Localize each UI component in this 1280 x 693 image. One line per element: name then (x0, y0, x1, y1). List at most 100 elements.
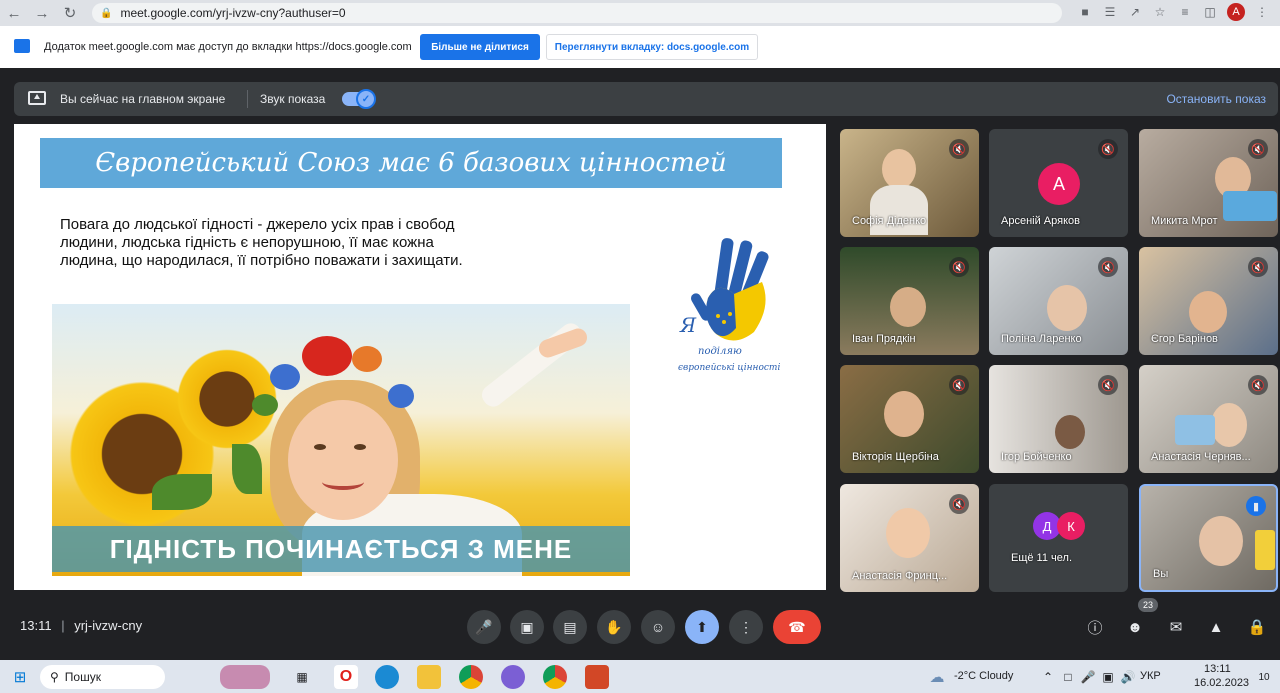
search-label: Пошук (64, 670, 101, 684)
menu-icon[interactable]: ⋮ (1254, 4, 1270, 20)
activities-icon[interactable]: ▲ (1205, 616, 1227, 638)
wreath-flower (302, 336, 352, 376)
mic-button[interactable]: 🎤 (467, 610, 501, 644)
windows-start-icon[interactable]: ⊞ (10, 665, 30, 689)
volume-icon[interactable]: 🔊 (1120, 665, 1136, 689)
participant-tile[interactable]: 🔇 Вікторія Щербіна (840, 365, 979, 473)
participant-name: Поліна Ларенко (1001, 333, 1082, 345)
viber-icon[interactable] (501, 665, 525, 689)
participant-name: Арсеній Аряков (1001, 215, 1080, 227)
slide-title: Європейський Союз має 6 базових цінносте… (40, 138, 782, 188)
participant-name: Іван Прядкін (852, 333, 916, 345)
camera-icon[interactable]: ■ (1077, 4, 1093, 20)
forward-icon[interactable]: → (28, 0, 56, 26)
participant-tile[interactable]: 🔇 Анастасія Фринц... (840, 484, 979, 592)
mic-off-icon: 🔇 (1098, 257, 1118, 277)
notifications-badge[interactable]: 10 (1254, 665, 1274, 689)
mic-off-icon: 🔇 (949, 139, 969, 159)
opera-icon[interactable]: O (334, 665, 358, 689)
participant-tile[interactable]: А 🔇 Арсеній Аряков (989, 129, 1128, 237)
taskbar-time[interactable]: 13:11 (1204, 663, 1231, 675)
mic-off-icon: 🔇 (1098, 375, 1118, 395)
people-icon[interactable]: ☻ (1124, 616, 1146, 638)
participant-tile[interactable]: 🔇 Поліна Ларенко (989, 247, 1128, 355)
translate-icon[interactable]: ☰ (1102, 4, 1118, 20)
participant-tile[interactable]: 🔇 Єгор Барінов (1139, 247, 1278, 355)
widget-hippo-icon[interactable] (220, 665, 270, 689)
participant-name: Вікторія Щербіна (852, 451, 939, 463)
participant-tile[interactable]: Д К Ещё 11 чел. (989, 484, 1128, 592)
cloud-weather-icon[interactable]: ☁ (926, 665, 948, 689)
wreath-flower (388, 384, 414, 408)
logo-text: європейські цінності (678, 363, 780, 373)
video-face (1199, 516, 1243, 566)
device-icon[interactable]: □ (1060, 665, 1076, 689)
host-controls-icon[interactable]: 🔒 (1246, 616, 1268, 638)
network-icon[interactable]: ▣ (1100, 665, 1116, 689)
leave-call-button[interactable]: ☎ (773, 610, 821, 644)
bookmark-star-icon[interactable]: ☆ (1152, 4, 1168, 20)
present-screen-icon: ⬆ (696, 618, 708, 635)
share-icon[interactable]: ↗ (1127, 4, 1143, 20)
participant-tile[interactable]: 🔇 Ігор Бойченко (989, 365, 1128, 473)
more-participants-label: Ещё 11 чел. (1011, 552, 1072, 564)
avatar: К (1057, 512, 1085, 540)
mic-off-icon: 🔇 (949, 494, 969, 514)
self-view-tile[interactable]: ▮ Вы (1139, 484, 1278, 592)
video-face (886, 508, 930, 558)
participant-name: Софія Діденко (852, 215, 927, 227)
tab-search-icon[interactable]: ≡ (1177, 4, 1193, 20)
back-icon[interactable]: ← (0, 0, 28, 26)
camera-button[interactable]: ▣ (510, 610, 544, 644)
check-icon: ✓ (356, 89, 376, 109)
microphone-tray-icon[interactable]: 🎤 (1080, 665, 1096, 689)
powerpoint-icon[interactable] (585, 665, 609, 689)
participant-name: Вы (1153, 568, 1169, 580)
participant-name: Микита Мрот (1151, 215, 1218, 227)
reload-icon[interactable]: ↻ (56, 0, 84, 26)
video-face (882, 149, 916, 189)
chevron-up-icon[interactable]: ⌃ (1040, 665, 1056, 689)
participant-name: Анастасія Фринц... (852, 570, 948, 582)
reactions-button[interactable]: ☺ (641, 610, 675, 644)
leaf-shape (152, 474, 212, 510)
side-panel-icon[interactable]: ◫ (1202, 4, 1218, 20)
logo-text: поділяю (698, 346, 742, 357)
chrome-icon[interactable] (459, 665, 483, 689)
smile (322, 474, 364, 490)
profile-avatar[interactable]: A (1227, 3, 1245, 21)
participant-tile[interactable]: 🔇 Микита Мрот (1139, 129, 1278, 237)
presentation-status: Вы сейчас на главном экране (60, 92, 226, 106)
taskbar-search-box[interactable]: ⚲ Пошук (40, 665, 165, 689)
search-icon: ⚲ (50, 670, 59, 684)
more-options-button[interactable]: ⋮ (729, 610, 763, 644)
mic-off-icon: 🔇 (1248, 139, 1268, 159)
sound-toggle[interactable]: ✓ (342, 89, 376, 109)
video-poster (1255, 530, 1275, 570)
meet-window: Вы сейчас на главном экране Звук показа … (0, 68, 1280, 660)
chat-icon[interactable]: ✉ (1165, 616, 1187, 638)
taskbar-date[interactable]: 16.02.2023 (1194, 677, 1249, 689)
view-tab-button[interactable]: Переглянути вкладку: docs.google.com (546, 34, 758, 60)
raise-hand-button[interactable]: ✋ (597, 610, 631, 644)
task-view-icon[interactable]: ▦ (292, 665, 312, 689)
divider (247, 90, 248, 108)
file-explorer-icon[interactable] (417, 665, 441, 689)
wreath-leaf (252, 394, 278, 416)
present-button[interactable]: ⬆ (685, 610, 719, 644)
edge-icon[interactable] (375, 665, 399, 689)
chrome-icon[interactable] (543, 665, 567, 689)
wreath-flower (270, 364, 300, 390)
stop-sharing-button[interactable]: Більше не ділитися (420, 34, 540, 60)
participant-tile[interactable]: 🔇 Анастасія Черняв... (1139, 365, 1278, 473)
participant-tile[interactable]: 🔇 Іван Прядкін (840, 247, 979, 355)
stop-presenting-button[interactable]: Остановить показ (1166, 92, 1266, 106)
participant-tile[interactable]: 🔇 Софія Діденко (840, 129, 979, 237)
lock-icon: 🔒 (100, 7, 113, 19)
info-icon[interactable]: ⓘ (1084, 616, 1106, 638)
captions-button[interactable]: ▤ (553, 610, 587, 644)
address-bar[interactable]: 🔒 meet.google.com/yrj-ivzw-cny?authuser=… (92, 3, 1062, 23)
language-indicator[interactable]: УКР (1140, 670, 1161, 682)
weather-text[interactable]: -2°C Cloudy (954, 670, 1013, 682)
more-vert-icon: ⋮ (739, 618, 753, 635)
